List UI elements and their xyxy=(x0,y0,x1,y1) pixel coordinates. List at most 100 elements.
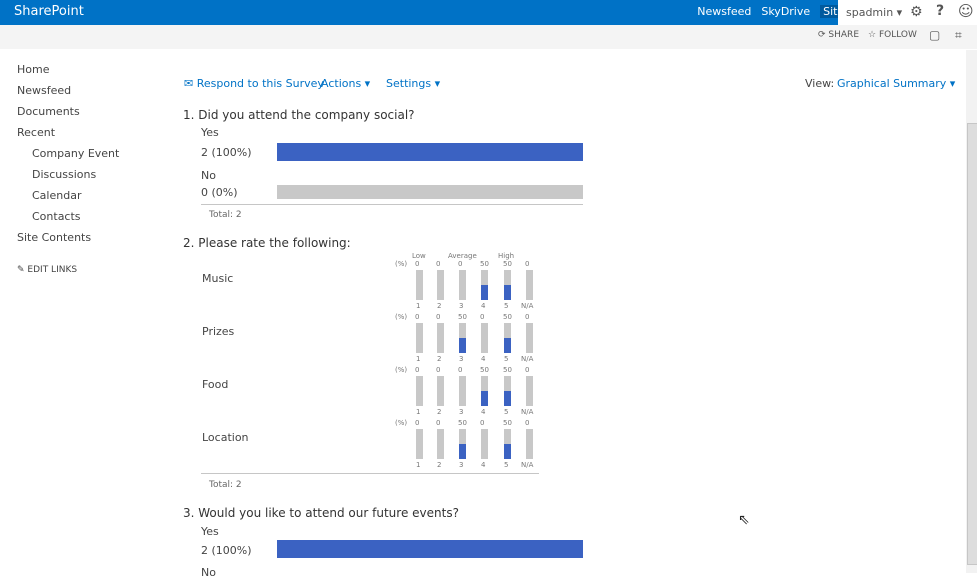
rating-percent: 50 xyxy=(480,260,489,268)
question-1-title: 1. Did you attend the company social? xyxy=(183,108,415,122)
rating-column xyxy=(504,376,511,406)
nav-site-contents[interactable]: Site Contents xyxy=(17,231,91,244)
actions-menu[interactable]: Actions ▾ xyxy=(321,77,370,90)
bar-fill xyxy=(277,143,583,161)
q2-total: Total: 2 xyxy=(209,480,242,490)
rating-percent: 0 xyxy=(525,366,530,374)
view-selector[interactable]: Graphical Summary ▾ xyxy=(837,77,955,90)
bar-fill xyxy=(277,540,583,558)
rating-fill xyxy=(504,391,511,406)
rating-row-label: Location xyxy=(202,431,249,444)
rating-fill xyxy=(504,285,511,300)
scrollbar-thumb[interactable] xyxy=(967,123,977,565)
rating-column xyxy=(459,429,466,459)
q1-no-bar xyxy=(277,185,583,199)
rating-column xyxy=(437,270,444,300)
rating-scale-label: 2 xyxy=(437,355,442,363)
follow-label: FOLLOW xyxy=(878,30,917,40)
rating-scale-label: N/A xyxy=(521,302,534,310)
rating-scale-label: 3 xyxy=(459,355,464,363)
rating-column xyxy=(459,270,466,300)
rating-scale-label: 2 xyxy=(437,461,442,469)
rating-scale-label: 1 xyxy=(416,408,421,416)
share-button[interactable]: ⟳ SHARE xyxy=(818,30,859,40)
nav-newsfeed[interactable]: Newsfeed xyxy=(17,84,71,97)
rating-column xyxy=(481,429,488,459)
rating-scale-label: 1 xyxy=(416,461,421,469)
rating-percent: 0 xyxy=(480,313,485,321)
question-3-title: 3. Would you like to attend our future e… xyxy=(183,506,459,520)
rating-fill xyxy=(481,285,488,300)
scale-average: Average xyxy=(448,252,477,260)
rating-column xyxy=(526,323,533,353)
rating-scale-label: 5 xyxy=(504,408,509,416)
gear-icon[interactable]: ⚙ xyxy=(910,4,923,20)
rating-scale-label: 5 xyxy=(504,355,509,363)
respond-button[interactable]: ✉ Respond to this Survey xyxy=(184,77,324,90)
focus-on-content-icon[interactable]: ▢ xyxy=(929,28,940,42)
percent-unit-label: (%) xyxy=(395,419,408,427)
rating-fill xyxy=(459,338,466,353)
smiley-icon[interactable]: ☺ xyxy=(958,2,974,20)
nav-company-event[interactable]: Company Event xyxy=(32,147,119,160)
nav-home[interactable]: Home xyxy=(17,63,49,76)
rating-column xyxy=(481,270,488,300)
rating-percent: 0 xyxy=(436,419,441,427)
rating-scale-label: 4 xyxy=(481,355,486,363)
rating-column xyxy=(526,270,533,300)
nav-documents[interactable]: Documents xyxy=(17,105,80,118)
follow-button[interactable]: ☆ FOLLOW xyxy=(868,30,917,40)
q1-yes-value: 2 (100%) xyxy=(201,146,252,159)
rating-column xyxy=(437,429,444,459)
settings-menu[interactable]: Settings ▾ xyxy=(386,77,440,90)
rating-percent: 0 xyxy=(436,313,441,321)
percent-unit-label: (%) xyxy=(395,366,408,374)
suite-top-bar: SharePoint Newsfeed SkyDrive Sites spadm… xyxy=(0,0,977,25)
user-menu[interactable]: spadmin ▾ xyxy=(846,6,902,19)
q1-no-label: No xyxy=(201,169,216,182)
edit-links-button[interactable]: ✎ EDIT LINKS xyxy=(17,265,77,275)
rating-scale-label: N/A xyxy=(521,355,534,363)
rating-percent: 50 xyxy=(480,366,489,374)
percent-unit-label: (%) xyxy=(395,313,408,321)
q1-divider xyxy=(201,204,583,205)
rating-percent: 0 xyxy=(415,419,420,427)
rating-fill xyxy=(504,444,511,459)
newsfeed-link[interactable]: Newsfeed xyxy=(697,5,751,18)
nav-calendar[interactable]: Calendar xyxy=(32,189,81,202)
rating-column xyxy=(437,323,444,353)
rating-column xyxy=(416,376,423,406)
rating-percent: 0 xyxy=(480,419,485,427)
rating-percent: 0 xyxy=(458,366,463,374)
respond-label: Respond to this Survey xyxy=(196,77,324,90)
q1-yes-label: Yes xyxy=(201,126,219,139)
nav-contacts[interactable]: Contacts xyxy=(32,210,81,223)
rating-percent: 0 xyxy=(415,313,420,321)
skydrive-link[interactable]: SkyDrive xyxy=(761,5,810,18)
sharepoint-brand[interactable]: SharePoint xyxy=(14,4,84,19)
q3-yes-label: Yes xyxy=(201,525,219,538)
q1-no-value: 0 (0%) xyxy=(201,186,238,199)
nav-discussions[interactable]: Discussions xyxy=(32,168,96,181)
nav-recent[interactable]: Recent xyxy=(17,126,55,139)
rating-column xyxy=(416,323,423,353)
q2-divider xyxy=(201,473,539,474)
rating-percent: 50 xyxy=(503,366,512,374)
rating-scale-label: 5 xyxy=(504,302,509,310)
rating-column xyxy=(504,323,511,353)
rating-scale-label: N/A xyxy=(521,461,534,469)
rating-scale-label: 4 xyxy=(481,461,486,469)
help-icon[interactable]: ? xyxy=(936,3,944,19)
edit-links-label: EDIT LINKS xyxy=(27,265,78,275)
rating-column xyxy=(481,376,488,406)
mouse-cursor-icon: ⇖ xyxy=(738,512,750,528)
rating-column xyxy=(416,270,423,300)
rating-percent: 50 xyxy=(503,313,512,321)
rating-scale-label: 2 xyxy=(437,302,442,310)
rating-row-label: Food xyxy=(202,378,229,391)
rating-scale-label: N/A xyxy=(521,408,534,416)
rating-column xyxy=(504,270,511,300)
fullscreen-icon[interactable]: ⌗ xyxy=(955,28,962,43)
rating-scale-label: 3 xyxy=(459,302,464,310)
rating-scale-label: 3 xyxy=(459,408,464,416)
